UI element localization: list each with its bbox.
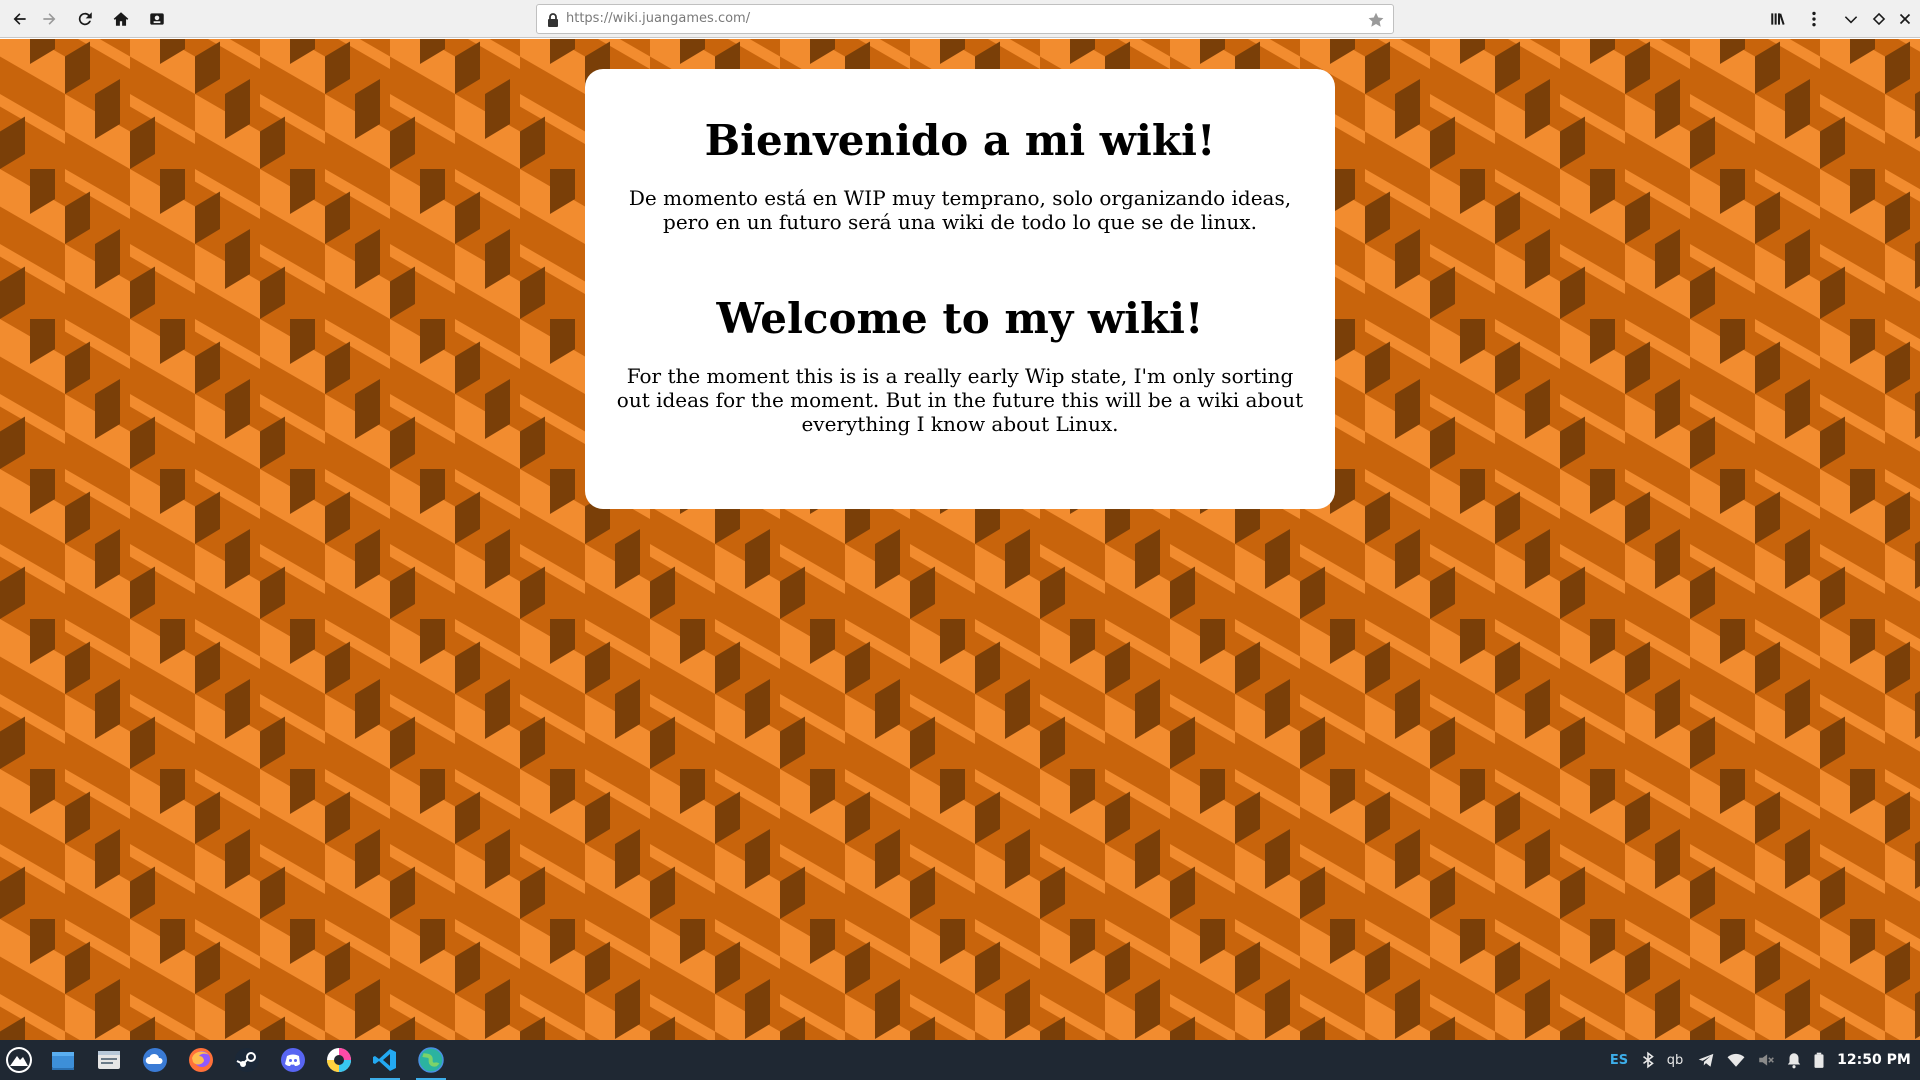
chevron-down-icon [1844, 16, 1858, 24]
paragraph-english: For the moment this is is a really early… [616, 364, 1304, 436]
kebab-menu-icon [1812, 11, 1816, 27]
browser-globe-button[interactable] [414, 1044, 448, 1080]
telegram-icon [1698, 1053, 1714, 1067]
back-arrow-icon [13, 13, 26, 25]
bluetooth-icon [1643, 1051, 1654, 1069]
menu-button[interactable] [1801, 6, 1827, 32]
volume-tray[interactable] [1756, 1050, 1776, 1070]
show-desktop-button[interactable] [46, 1044, 80, 1076]
firefox-button[interactable] [184, 1044, 218, 1076]
forward-arrow-icon [43, 13, 56, 25]
discord-button[interactable] [276, 1044, 310, 1076]
discord-icon [281, 1048, 305, 1072]
vscode-button[interactable] [368, 1044, 402, 1080]
library-button[interactable] [1765, 6, 1791, 32]
qbittorrent-tray[interactable]: qb [1664, 1050, 1686, 1070]
bluetooth-tray[interactable] [1638, 1050, 1658, 1070]
firefox-icon [189, 1048, 213, 1072]
minimize-button[interactable] [1838, 6, 1864, 32]
keyboard-layout-indicator[interactable]: ES [1608, 1050, 1630, 1070]
home-button[interactable] [108, 6, 134, 32]
app-launcher-button[interactable] [2, 1044, 36, 1076]
heading-spanish: Bienvenido a mi wiki! [704, 116, 1216, 165]
show-desktop-icon [52, 1052, 74, 1070]
reload-icon [78, 12, 92, 26]
diamond-icon [1872, 12, 1886, 26]
steam-icon [235, 1048, 259, 1072]
steam-button[interactable] [230, 1044, 264, 1076]
url-input[interactable] [566, 11, 1346, 26]
browser-globe-icon [418, 1047, 444, 1073]
extension-button[interactable] [144, 6, 170, 32]
telegram-tray[interactable] [1696, 1050, 1716, 1070]
address-bar[interactable] [536, 4, 1394, 34]
heading-english: Welcome to my wiki! [716, 294, 1204, 343]
library-icon [1771, 13, 1785, 25]
file-manager-icon [98, 1051, 120, 1069]
vscode-icon [373, 1049, 396, 1071]
extension-icon [150, 13, 164, 25]
notifications-tray[interactable] [1784, 1050, 1804, 1070]
volume-muted-icon [1759, 1054, 1774, 1066]
cloud-app-icon [143, 1048, 167, 1072]
home-icon [113, 12, 129, 26]
bell-icon [1787, 1053, 1801, 1069]
close-icon [1899, 13, 1911, 25]
wifi-icon [1727, 1053, 1745, 1067]
battery-tray[interactable] [1810, 1050, 1828, 1070]
wifi-tray[interactable] [1726, 1050, 1746, 1070]
browser-toolbar [0, 0, 1920, 38]
color-app-button[interactable] [322, 1044, 356, 1076]
app-launcher-icon [6, 1047, 32, 1073]
cloud-app-button[interactable] [138, 1044, 172, 1076]
lock-icon [548, 13, 558, 27]
web-page: Bienvenido a mi wiki! De momento está en… [0, 39, 1920, 1040]
maximize-button[interactable] [1866, 6, 1892, 32]
clock[interactable]: 12:50 PM [1836, 1050, 1912, 1070]
color-app-icon [327, 1048, 351, 1072]
welcome-card: Bienvenido a mi wiki! De momento está en… [585, 69, 1335, 509]
close-button[interactable] [1892, 6, 1918, 32]
taskbar: ES qb 12:50 PM [0, 1040, 1920, 1080]
reload-button[interactable] [72, 6, 98, 32]
battery-icon [1814, 1052, 1824, 1068]
bookmark-star-icon[interactable] [1367, 11, 1385, 29]
paragraph-spanish: De momento está en WIP muy temprano, sol… [628, 186, 1292, 234]
back-button[interactable] [7, 6, 33, 32]
file-manager-button[interactable] [92, 1044, 126, 1076]
forward-button[interactable] [36, 6, 62, 32]
